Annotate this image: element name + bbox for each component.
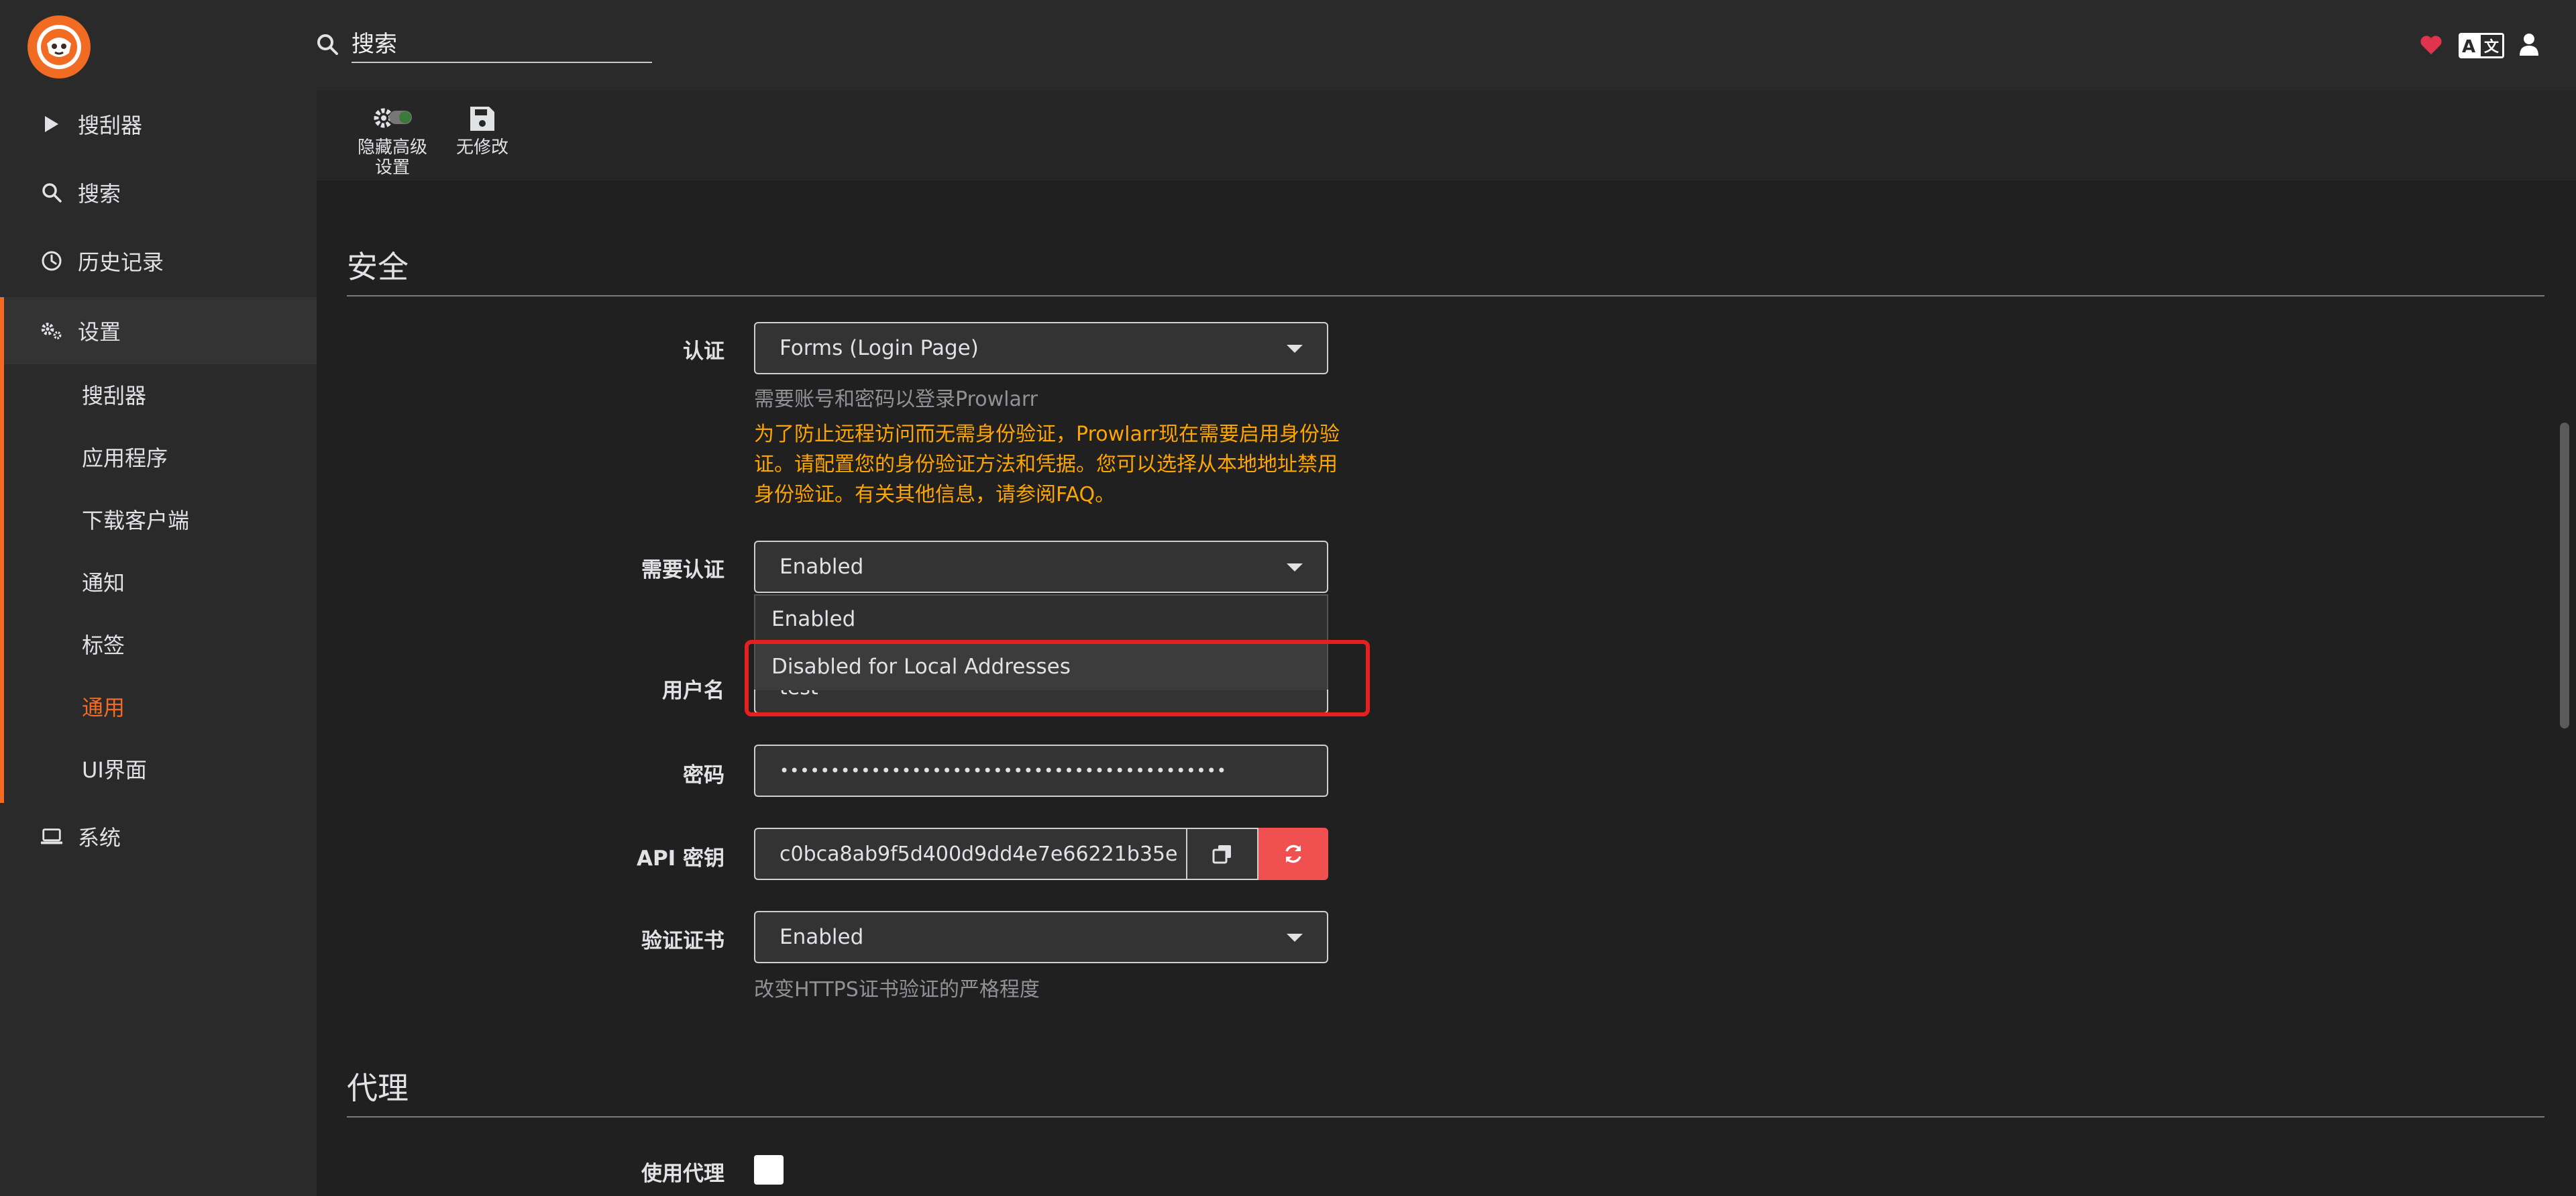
search-input[interactable]: [352, 27, 652, 63]
svg-text:A: A: [2462, 37, 2475, 57]
header: A 文: [0, 0, 2576, 91]
api-key-label: API 密钥: [636, 847, 724, 871]
auth-method-value: Forms (Login Page): [780, 336, 979, 360]
save-label: 无修改: [455, 138, 508, 158]
api-key-value: c0bca8ab9f5d400d9dd4e7e66221b35e: [780, 842, 1178, 866]
sidebar-item-search[interactable]: 搜索: [0, 159, 317, 226]
translate-icon[interactable]: A 文: [2458, 32, 2505, 59]
auth-label: 认证: [683, 339, 724, 364]
sidebar-item-label: 搜索: [78, 181, 121, 207]
password-label: 密码: [683, 763, 724, 787]
save-button[interactable]: 无修改: [439, 101, 526, 158]
password-value: ••••••••••••••••••••••••••••••••••••••••…: [780, 761, 1227, 780]
clock-icon: [40, 250, 63, 272]
password-input[interactable]: ••••••••••••••••••••••••••••••••••••••••…: [754, 745, 1328, 797]
advanced-settings-toggle-icon: [374, 108, 412, 128]
laptop-icon: [40, 825, 63, 848]
advanced-label-line1: 隐藏高级: [357, 138, 427, 158]
hide-advanced-settings-button[interactable]: 隐藏高级 设置: [349, 101, 436, 178]
page-toolbar: 隐藏高级 设置 无修改: [317, 91, 2576, 180]
settings-sub-indexers[interactable]: 搜刮器: [82, 376, 146, 416]
copy-icon: [1212, 845, 1231, 864]
page-scrollbar[interactable]: [2560, 423, 2569, 728]
settings-sub-download-clients[interactable]: 下载客户端: [82, 500, 189, 541]
settings-sub-general[interactable]: 通用: [82, 688, 125, 728]
sidebar-item-history[interactable]: 历史记录: [0, 227, 317, 294]
heart-icon[interactable]: [2420, 35, 2443, 55]
caret-down-icon: [1287, 345, 1303, 353]
advanced-label-line2: 设置: [374, 158, 410, 178]
cert-validation-label: 验证证书: [641, 929, 724, 953]
save-icon: [470, 107, 494, 131]
play-icon: [40, 113, 63, 135]
auth-method-select[interactable]: Forms (Login Page): [754, 322, 1328, 374]
logo-icon: [37, 25, 81, 69]
sidebar-item-label: 搜刮器: [78, 113, 143, 138]
username-label: 用户名: [662, 679, 724, 703]
sidebar-item-settings[interactable]: 设置: [0, 297, 317, 364]
auth-required-value: Enabled: [780, 555, 864, 579]
dropdown-option-enabled[interactable]: Enabled: [755, 596, 1327, 643]
regenerate-api-key-button[interactable]: [1258, 828, 1328, 880]
settings-sub-tags[interactable]: 标签: [82, 625, 125, 665]
auth-warning-text: 为了防止远程访问而无需身份验证，Prowlarr现在需要启用身份验证。请配置您的…: [754, 423, 1340, 506]
proxy-section-title: 代理: [347, 1064, 2544, 1118]
search-icon: [40, 181, 63, 204]
settings-sub-notifications[interactable]: 通知: [82, 563, 125, 603]
sidebar-item-indexers[interactable]: 搜刮器: [0, 91, 317, 158]
sidebar-item-label: 历史记录: [78, 250, 164, 275]
auth-required-label: 需要认证: [641, 558, 724, 582]
refresh-icon: [1285, 845, 1301, 863]
caret-down-icon: [1287, 563, 1303, 572]
copy-api-key-button[interactable]: [1186, 828, 1258, 880]
sidebar-item-system[interactable]: 系统: [0, 803, 317, 870]
svg-text:文: 文: [2484, 38, 2500, 56]
settings-sub-ui[interactable]: UI界面: [82, 750, 147, 790]
auth-help-text: 需要账号和密码以登录Prowlarr: [754, 388, 1038, 411]
sidebar-item-label: 设置: [78, 319, 121, 345]
active-section-indicator: [0, 297, 4, 803]
settings-sub-apps[interactable]: 应用程序: [82, 438, 168, 478]
prowlarr-logo[interactable]: [28, 15, 91, 78]
security-section-title: 安全: [347, 243, 2544, 296]
sidebar: 搜刮器 搜索 历史记录 设置 搜刮器 应用程序 下载客户端 通知 标签 通用 U…: [0, 91, 317, 1196]
use-proxy-checkbox[interactable]: [754, 1155, 784, 1185]
annotation-highlight-box: [745, 640, 1370, 716]
search-icon: [317, 34, 338, 55]
caret-down-icon: [1287, 934, 1303, 942]
api-key-input[interactable]: c0bca8ab9f5d400d9dd4e7e66221b35e: [754, 828, 1187, 880]
cert-validation-value: Enabled: [780, 925, 864, 949]
use-proxy-label: 使用代理: [641, 1162, 724, 1186]
sidebar-item-label: 系统: [78, 825, 121, 851]
auth-required-select[interactable]: Enabled: [754, 541, 1328, 593]
gears-icon: [40, 319, 63, 342]
cert-validation-select[interactable]: Enabled: [754, 911, 1328, 963]
cert-help-text: 改变HTTPS证书验证的严格程度: [754, 978, 1040, 1001]
user-icon[interactable]: [2519, 32, 2539, 56]
